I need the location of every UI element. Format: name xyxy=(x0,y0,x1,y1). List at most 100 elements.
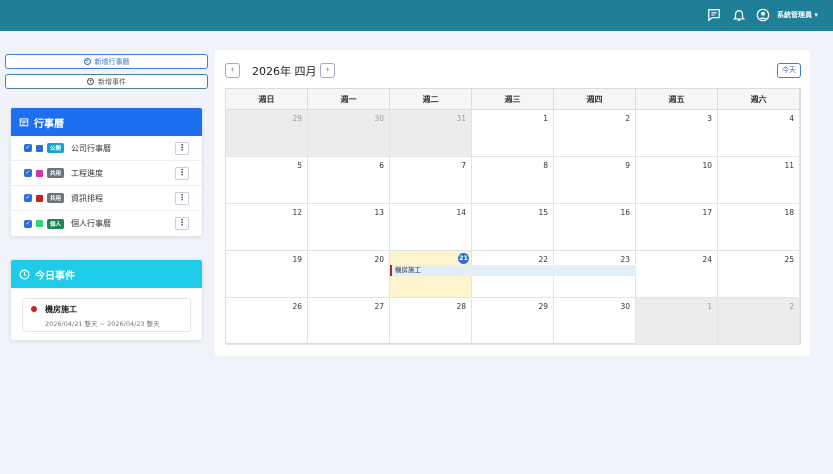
prev-month-button[interactable]: ‹ xyxy=(225,63,240,78)
day-number: 7 xyxy=(461,161,466,170)
day-number: 29 xyxy=(292,114,302,123)
day-cell[interactable]: 6 xyxy=(308,157,390,204)
day-number: 12 xyxy=(292,208,302,217)
day-cell[interactable]: 13 xyxy=(308,204,390,251)
day-number: 30 xyxy=(620,302,630,311)
day-cell[interactable]: 7 xyxy=(390,157,472,204)
day-number: 25 xyxy=(784,255,794,264)
calendar-item[interactable]: ✓ 個人 個人行事曆 ⋮ xyxy=(11,211,202,236)
user-avatar-icon[interactable] xyxy=(756,8,770,22)
more-vertical-icon[interactable]: ⋮ xyxy=(175,217,189,230)
calendar-name: 公司行事曆 xyxy=(71,143,112,153)
month-grid: 週日 週一 週二 週三 週四 週五 週六 29 30 31 1 2 3 4 5 6 7 8 9 10 11 12 13 14 1… xyxy=(225,88,801,345)
day-cell[interactable]: 8 xyxy=(472,157,554,204)
day-number: 18 xyxy=(784,208,794,217)
more-vertical-icon[interactable]: ⋮ xyxy=(175,192,189,205)
day-cell[interactable]: 2 xyxy=(718,298,800,345)
calendar-item[interactable]: ✓ 共用 資訊排程 ⋮ xyxy=(11,186,202,211)
top-navbar: 系統管理員 ▾ xyxy=(0,0,833,31)
day-number: 5 xyxy=(297,161,302,170)
day-cell[interactable]: 31 xyxy=(390,110,472,157)
day-cell[interactable]: 10 xyxy=(636,157,718,204)
today-button[interactable]: 今天 xyxy=(777,63,801,78)
day-cell[interactable]: 19 xyxy=(226,251,308,298)
day-cell[interactable]: 12 xyxy=(226,204,308,251)
calendars-panel: 行事曆 ✓ 公開 公司行事曆 ⋮ ✓ 共用 工程進度 ⋮ ✓ 共用 資訊排程 ⋮ ✓ 個人 個人行事曆 ⋮ xyxy=(11,108,202,236)
day-cell[interactable]: 26 xyxy=(226,298,308,345)
day-number: 11 xyxy=(784,161,794,170)
day-cell[interactable]: 18 xyxy=(718,204,800,251)
calendar-name: 個人行事曆 xyxy=(71,219,112,228)
user-menu[interactable]: 系統管理員 ▾ xyxy=(777,10,818,20)
day-number: 4 xyxy=(789,114,794,123)
day-number: 29 xyxy=(538,302,548,311)
day-cell[interactable]: 9 xyxy=(554,157,636,204)
day-cell[interactable]: 16 xyxy=(554,204,636,251)
calendar-event[interactable]: 機房施工 xyxy=(390,265,636,276)
day-cell[interactable]: 24 xyxy=(636,251,718,298)
add-calendar-button[interactable]: + 新增行事曆 xyxy=(5,54,208,69)
day-number: 16 xyxy=(620,208,630,217)
calendar-checkbox[interactable]: ✓ xyxy=(24,194,32,202)
day-number: 1 xyxy=(707,302,712,311)
day-cell[interactable]: 29 xyxy=(226,110,308,157)
day-cell[interactable]: 17 xyxy=(636,204,718,251)
calendar-item[interactable]: ✓ 共用 工程進度 ⋮ xyxy=(11,161,202,186)
calendar-color-swatch xyxy=(36,194,43,202)
calendar-badge: 共用 xyxy=(47,193,65,203)
calendar-checkbox[interactable]: ✓ xyxy=(24,144,32,152)
day-number: 1 xyxy=(543,114,548,123)
day-number: 9 xyxy=(625,161,630,170)
weekday-header: 週二 xyxy=(390,89,472,110)
chevron-left-icon: ‹ xyxy=(230,65,235,75)
calendar-name: 資訊排程 xyxy=(71,193,104,203)
calendar-checkbox[interactable]: ✓ xyxy=(24,219,32,228)
month-title: 2026年 四月 xyxy=(252,65,317,78)
more-vertical-icon[interactable]: ⋮ xyxy=(175,142,189,155)
calendar-name: 工程進度 xyxy=(71,168,104,178)
weekday-header: 週日 xyxy=(226,89,308,110)
day-cell[interactable]: 30 xyxy=(554,298,636,345)
day-number: 6 xyxy=(379,161,384,170)
event-color-dot xyxy=(31,306,37,312)
weekday-header: 週三 xyxy=(472,89,554,110)
day-cell[interactable]: 1 xyxy=(636,298,718,345)
plus-circle-icon: + xyxy=(87,78,94,85)
day-cell[interactable]: 15 xyxy=(472,204,554,251)
day-number: 26 xyxy=(292,302,302,311)
day-cell[interactable]: 3 xyxy=(636,110,718,157)
day-cell[interactable]: 14 xyxy=(390,204,472,251)
day-cell[interactable]: 27 xyxy=(308,298,390,345)
day-number: 20 xyxy=(374,255,384,264)
more-vertical-icon[interactable]: ⋮ xyxy=(175,167,189,180)
calendar-item[interactable]: ✓ 公開 公司行事曆 ⋮ xyxy=(11,136,202,161)
today-event-item[interactable]: 機房施工 2026/04/21 整天 ~ 2026/04/23 整天 xyxy=(22,298,191,332)
day-number: 30 xyxy=(374,114,384,123)
calendar-checkbox[interactable]: ✓ xyxy=(24,169,32,177)
day-cell[interactable]: 29 xyxy=(472,298,554,345)
calendar-color-swatch xyxy=(36,169,43,177)
day-cell[interactable]: 28 xyxy=(390,298,472,345)
day-cell[interactable]: 4 xyxy=(718,110,800,157)
day-number: 2 xyxy=(625,114,630,123)
add-event-button[interactable]: + 新增事件 xyxy=(5,74,208,89)
day-number: 17 xyxy=(702,208,712,217)
day-number: 31 xyxy=(456,114,466,123)
day-cell[interactable]: 1 xyxy=(472,110,554,157)
message-icon[interactable] xyxy=(707,8,721,22)
day-cell[interactable]: 25 xyxy=(718,251,800,298)
plus-circle-icon: + xyxy=(83,58,91,65)
day-cell[interactable]: 11 xyxy=(718,157,800,204)
weekday-header: 週一 xyxy=(308,89,390,110)
day-cell[interactable]: 30 xyxy=(308,110,390,157)
day-cell[interactable]: 5 xyxy=(226,157,308,204)
bell-icon[interactable] xyxy=(732,8,746,22)
day-number: 14 xyxy=(456,208,466,217)
day-number: 19 xyxy=(292,255,302,264)
day-number: 23 xyxy=(620,255,630,264)
day-cell[interactable]: 20 xyxy=(308,251,390,298)
add-event-label: 新增事件 xyxy=(98,77,126,86)
next-month-button[interactable]: › xyxy=(320,63,335,78)
day-cell[interactable]: 2 xyxy=(554,110,636,157)
calendar-list: ✓ 公開 公司行事曆 ⋮ ✓ 共用 工程進度 ⋮ ✓ 共用 資訊排程 ⋮ ✓ 個人 個人行事曆 ⋮ xyxy=(11,136,202,236)
